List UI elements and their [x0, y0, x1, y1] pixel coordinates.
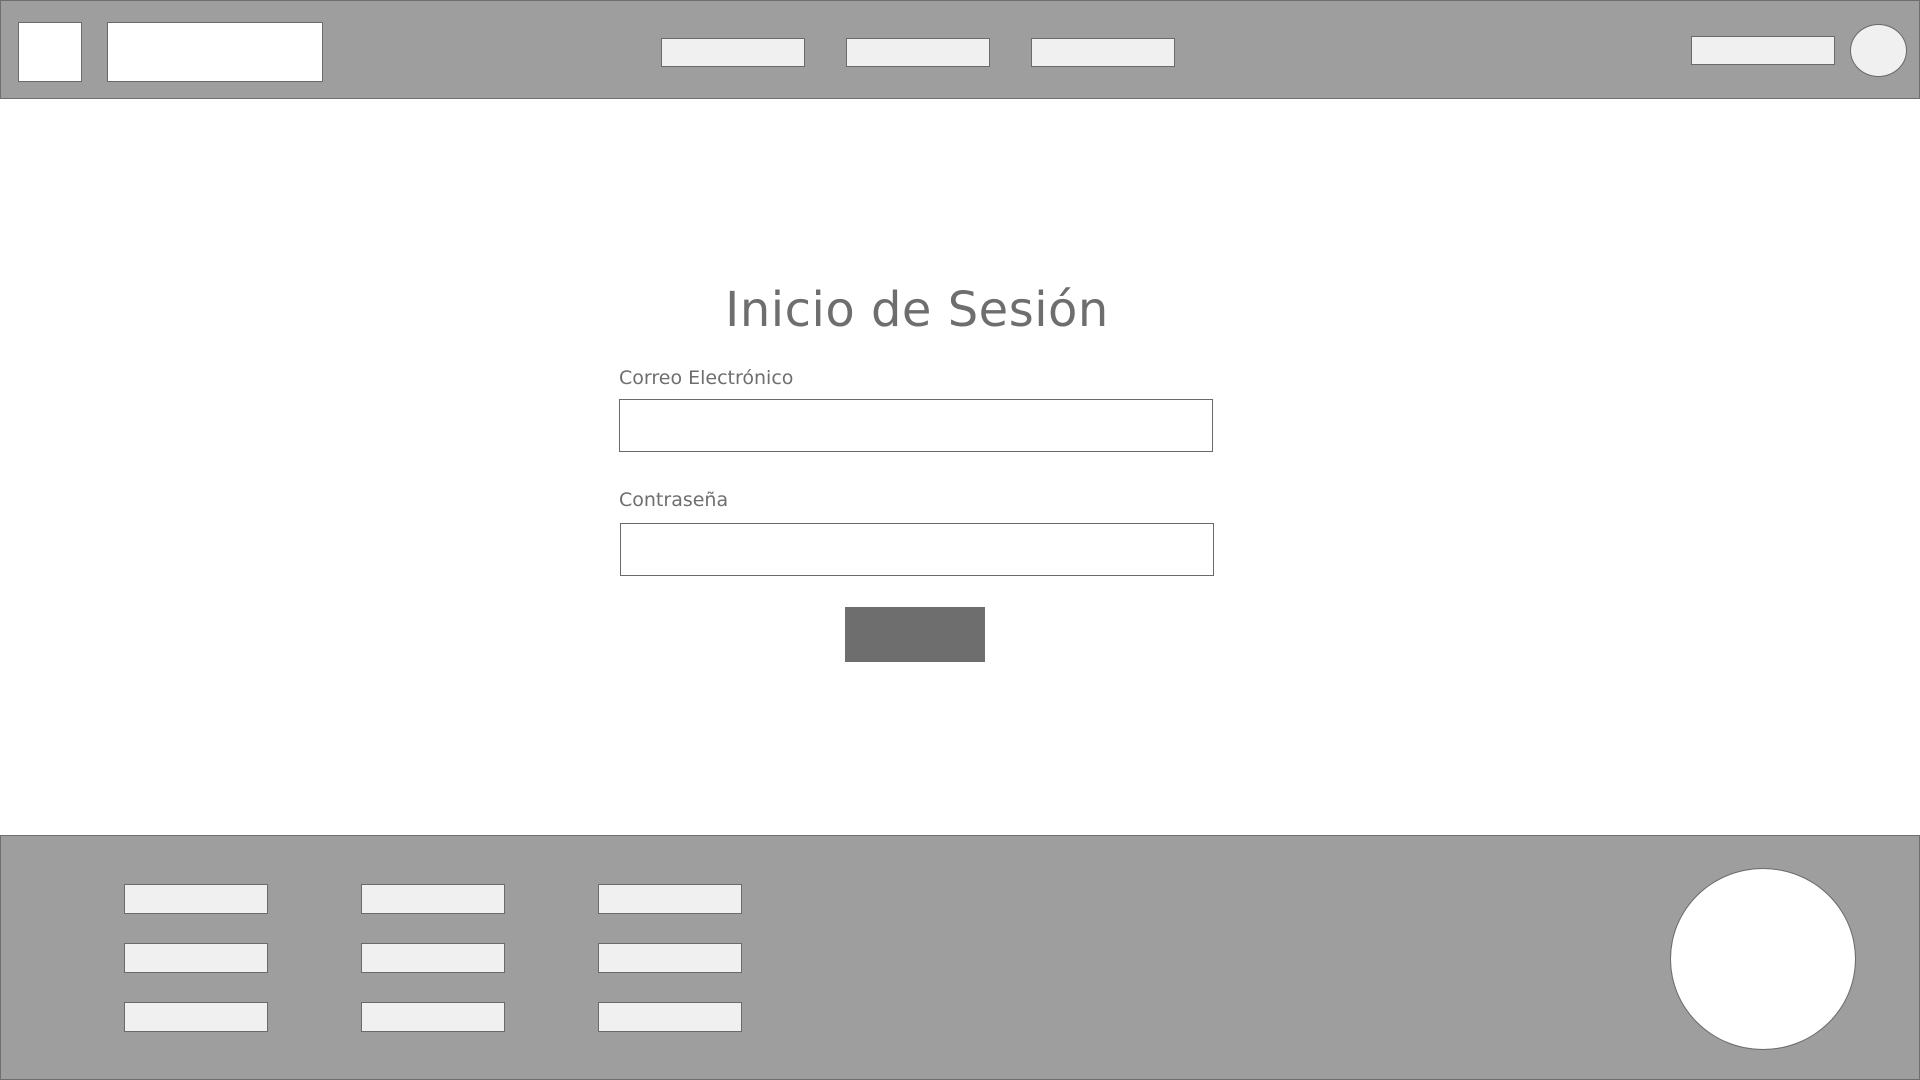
footer-link-3-1[interactable]: [124, 1002, 268, 1032]
user-avatar-icon[interactable]: [1850, 24, 1907, 77]
password-label: Contraseña: [619, 489, 729, 511]
footer-link-2-3[interactable]: [598, 943, 742, 973]
footer-link-1-1[interactable]: [124, 884, 268, 914]
page: Inicio de Sesión Correo Electrónico Cont…: [0, 0, 1920, 1080]
footer-bar: [0, 835, 1920, 1080]
footer-link-1-3[interactable]: [598, 884, 742, 914]
brand-name-placeholder[interactable]: [107, 22, 323, 82]
footer-link-3-3[interactable]: [598, 1002, 742, 1032]
header-bar: [0, 0, 1920, 99]
footer-logo-icon: [1670, 868, 1856, 1050]
logo-icon[interactable]: [18, 22, 82, 82]
footer-link-2-1[interactable]: [124, 943, 268, 973]
footer-link-3-2[interactable]: [361, 1002, 505, 1032]
login-button[interactable]: [845, 607, 985, 662]
password-field[interactable]: [620, 523, 1214, 576]
header-search-field[interactable]: [1691, 36, 1835, 65]
nav-item-3[interactable]: [1031, 38, 1175, 67]
nav-item-2[interactable]: [846, 38, 990, 67]
footer-link-2-2[interactable]: [361, 943, 505, 973]
footer-link-1-2[interactable]: [361, 884, 505, 914]
email-field[interactable]: [619, 399, 1213, 452]
email-label: Correo Electrónico: [619, 367, 794, 389]
page-title: Inicio de Sesión: [725, 282, 1109, 338]
nav-item-1[interactable]: [661, 38, 805, 67]
